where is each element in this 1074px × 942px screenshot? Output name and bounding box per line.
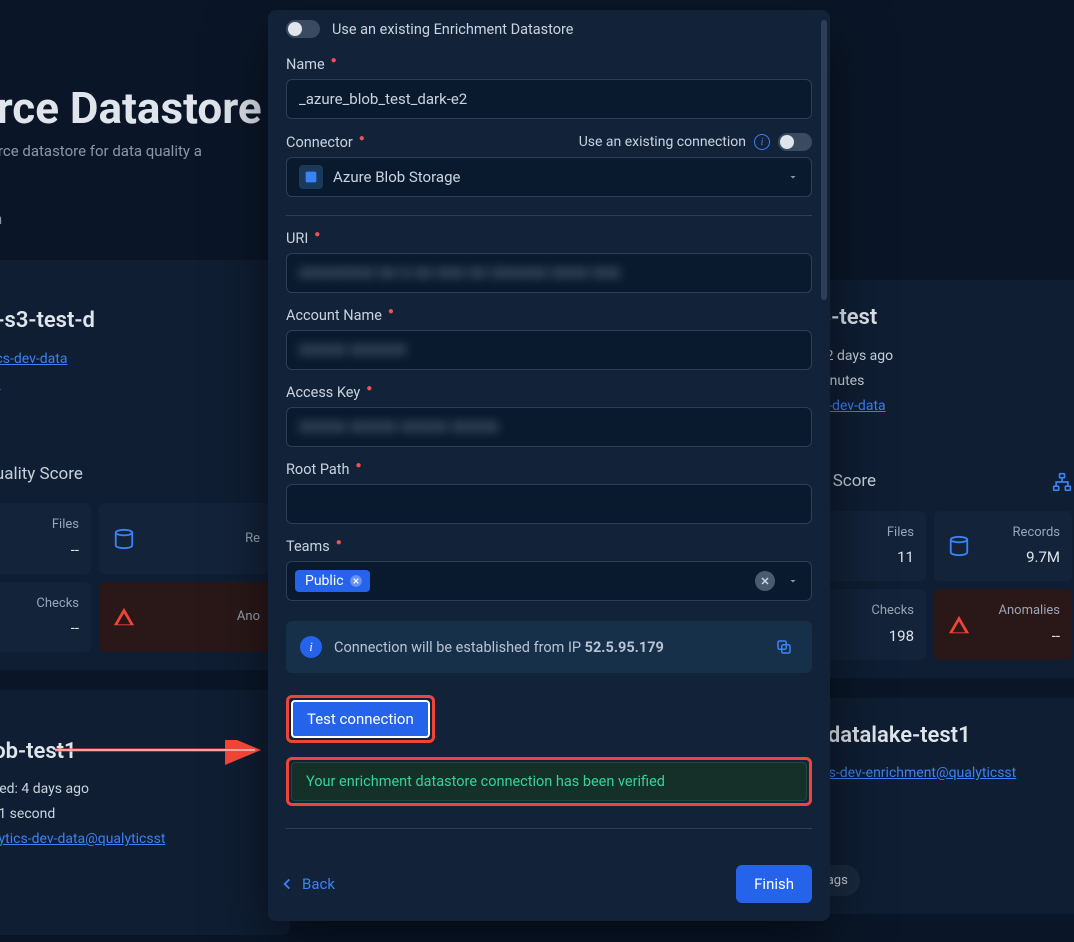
create-datastore-modal: Use an existing Enrichment Datastore Nam… (268, 10, 830, 921)
stat-records: Re (99, 503, 272, 573)
search-input[interactable]: Search (0, 198, 290, 240)
existing-connection-toggle[interactable] (778, 133, 812, 151)
quality-score-row: – Quality Score (0, 459, 272, 490)
account-name-label: Account Name (286, 307, 382, 324)
teams-label: Teams (286, 538, 330, 555)
modal-scrollbar[interactable] (821, 20, 827, 920)
alert-icon (946, 612, 972, 638)
datastore-card[interactable]: #199 azure-bob-test1 alog completed: 4 d… (0, 690, 290, 935)
account-name-input[interactable]: XXXXX XXXXXX (286, 330, 812, 370)
existing-connection-label: Use an existing connection (579, 134, 746, 150)
connection-ip: 52.5.95.179 (585, 639, 664, 656)
test-connection-highlight: Test connection (286, 695, 435, 743)
chevron-down-icon (787, 575, 799, 587)
info-icon[interactable]: i (754, 134, 770, 150)
database-icon (111, 526, 137, 552)
stat-checks: Checks-- (0, 582, 91, 652)
copy-ip-button[interactable] (770, 633, 798, 661)
remove-chip-icon[interactable] (348, 573, 364, 589)
stat-anomalies: Anomalies-- (934, 589, 1072, 659)
card-title: ure-datalake-test1 (788, 716, 1072, 756)
verified-highlight: Your enrichment datastore connection has… (286, 757, 812, 806)
database-icon (946, 533, 972, 559)
uri-input[interactable]: XXXXXXXX XX X XX XXX XX XXXXXX XXXX XXX (286, 253, 812, 293)
enrichment-toggle-label: Use an existing Enrichment Datastore (332, 21, 573, 38)
verified-message: Your enrichment datastore connection has… (291, 762, 807, 801)
finish-button[interactable]: Finish (736, 865, 812, 903)
card-uri-link[interactable]: wasbs://qualytics-dev-data@qualyticsst (0, 831, 165, 847)
root-path-input[interactable] (286, 484, 812, 524)
name-input[interactable] (286, 79, 812, 119)
enrichment-toggle[interactable] (286, 20, 320, 38)
stat-anomalies: Ano (99, 582, 272, 652)
datastore-card[interactable]: #231 amazon-s3-test-d s3a://qualytics-de… (0, 260, 290, 670)
stat-files: Files-- (0, 503, 91, 573)
card-title: amazon-s3-test-d (0, 301, 272, 341)
clear-all-icon[interactable] (755, 571, 775, 591)
card-title: s-s3-test (788, 298, 1072, 338)
access-key-input[interactable]: XXXXX XXXXX XXXXX XXXXX (286, 407, 812, 447)
azure-blob-icon (299, 165, 323, 189)
back-button[interactable]: Back (278, 875, 335, 893)
teams-select[interactable]: Public (286, 561, 812, 601)
team-chip-public: Public (295, 570, 370, 592)
chevron-down-icon (787, 171, 799, 183)
name-label: Name (286, 56, 325, 73)
card-uri-link[interactable]: s3a://qualytics-dev-data (0, 351, 67, 367)
tree-icon[interactable] (1052, 472, 1072, 492)
uri-label: URI (286, 230, 308, 247)
test-connection-button[interactable]: Test connection (291, 700, 430, 738)
connector-label: Connector (286, 134, 353, 151)
connector-select[interactable]: Azure Blob Storage (286, 157, 812, 197)
card-id: #199 (0, 708, 272, 731)
access-key-label: Access Key (286, 384, 360, 401)
stat-records: Records9.7M (934, 511, 1072, 581)
quality-score-row: uality Score (788, 466, 1072, 497)
card-path-link[interactable]: /tpch/ (0, 376, 1, 392)
card-id: #231 (0, 278, 272, 301)
connection-info-banner: i Connection will be established from IP… (286, 621, 812, 673)
card-title: azure-bob-test1 (0, 732, 272, 772)
alert-icon (111, 604, 137, 630)
info-icon: i (300, 636, 322, 658)
root-path-label: Root Path (286, 461, 350, 478)
chevron-left-icon (278, 875, 296, 893)
